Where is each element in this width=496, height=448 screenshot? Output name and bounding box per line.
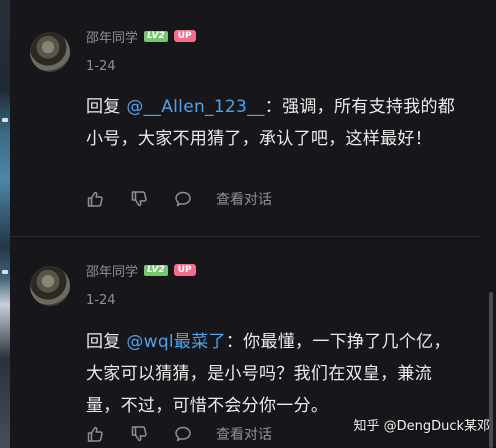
comment-text: 回复 @wql最菜了：你最懂，一下挣了几个亿，大家可以猜猜，是小号吗？我们在双皇… — [86, 326, 456, 422]
mention-link[interactable]: @wql最菜了 — [126, 332, 226, 352]
mention-link[interactable]: @__Allen_123__ — [126, 97, 264, 117]
author-row: 邵年同学 LV2 UP — [86, 261, 196, 280]
up-badge: UP — [173, 30, 196, 42]
author-row: 邵年同学 LV2 UP — [86, 27, 196, 46]
reply-prefix: 回复 — [86, 97, 127, 117]
up-badge: UP — [173, 264, 196, 276]
level-badge: LV2 — [144, 30, 168, 42]
level-badge: LV2 — [144, 264, 168, 276]
comment-actions: 查看对话 — [86, 189, 272, 209]
author-name[interactable]: 邵年同学 — [86, 261, 138, 280]
strip-mark — [2, 270, 8, 274]
thumb-down-icon[interactable] — [130, 425, 148, 443]
comment-bubble-icon[interactable] — [174, 190, 192, 208]
comment-divider — [10, 236, 480, 237]
strip-mark — [2, 118, 8, 122]
comment-bubble-icon[interactable] — [174, 425, 192, 443]
thumb-up-icon[interactable] — [86, 190, 104, 208]
background-image-strip — [0, 0, 10, 448]
thumb-up-icon[interactable] — [86, 425, 104, 443]
watermark: 知乎 @DengDuck某邓 — [353, 419, 490, 434]
reply-prefix: 回复 — [86, 332, 127, 352]
comment-date: 1-24 — [86, 293, 116, 308]
thumb-down-icon[interactable] — [130, 190, 148, 208]
avatar[interactable] — [30, 32, 70, 72]
author-name[interactable]: 邵年同学 — [86, 27, 138, 46]
comment-actions: 查看对话 — [86, 424, 272, 444]
view-dialog-link[interactable]: 查看对话 — [216, 189, 272, 209]
avatar[interactable] — [30, 266, 70, 306]
comment-text: 回复 @__Allen_123__：强调，所有支持我的都小号，大家不用猜了，承认… — [86, 91, 456, 155]
comment-date: 1-24 — [86, 59, 116, 74]
view-dialog-link[interactable]: 查看对话 — [216, 424, 272, 444]
